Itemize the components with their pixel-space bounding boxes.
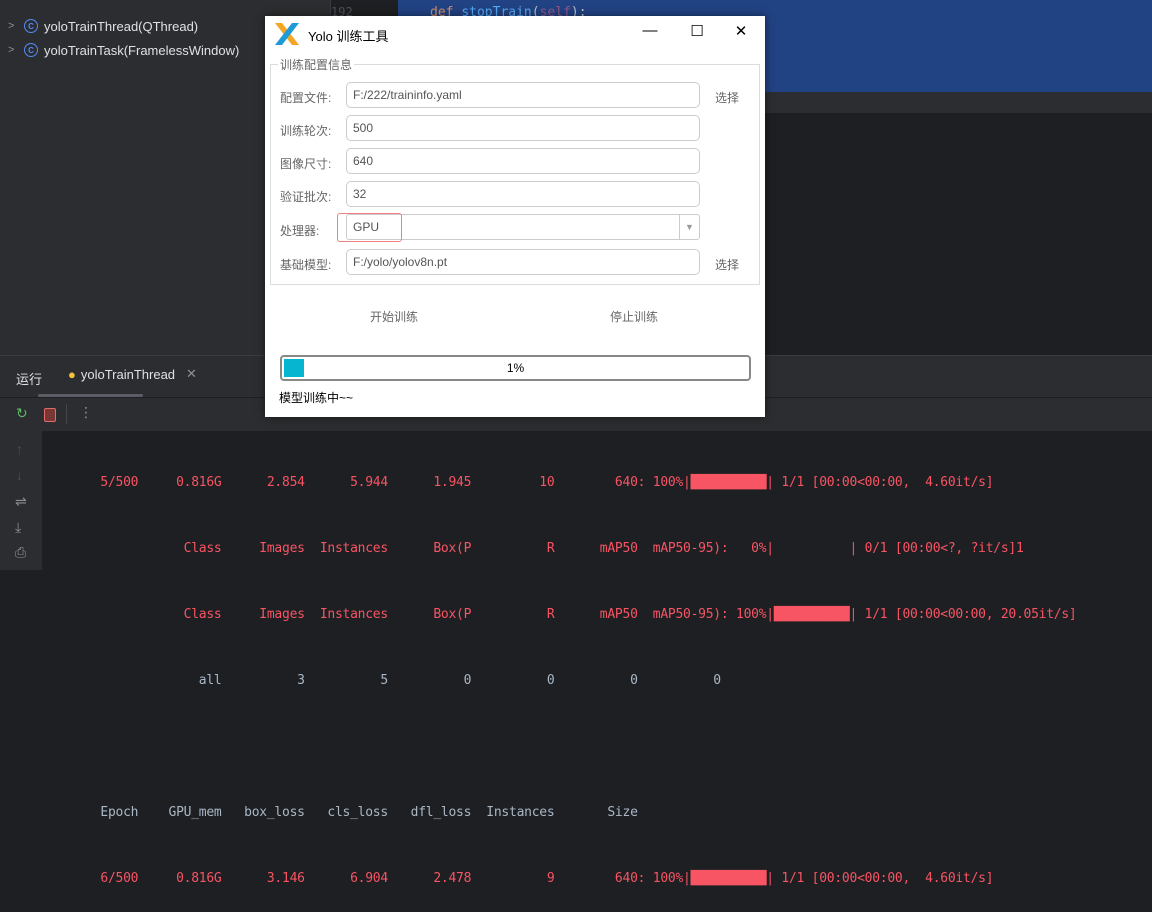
console-line: Class Images Instances Box(P R mAP50 mAP… — [55, 607, 1077, 622]
epochs-input[interactable]: 500 — [346, 115, 700, 141]
close-icon[interactable]: ✕ — [186, 366, 197, 382]
batch-label: 验证批次: — [280, 190, 332, 204]
print-icon[interactable]: ⎙ — [15, 544, 26, 561]
minimize-button[interactable]: — — [635, 22, 665, 44]
stop-train-button[interactable]: 停止训练 — [610, 308, 658, 325]
tree-item-yolotraintask[interactable]: > C yoloTrainTask(FramelessWindow) — [8, 40, 239, 60]
divider — [66, 404, 67, 424]
device-select[interactable]: GPU ▼ — [337, 213, 700, 242]
image-size-label: 图像尺寸: — [280, 157, 332, 171]
console-line: 6/500 0.816G 3.146 6.904 2.478 9 640: 10… — [55, 871, 994, 886]
image-size-input[interactable]: 640 — [346, 148, 700, 174]
config-file-input[interactable]: F:/222/traininfo.yaml — [346, 82, 700, 108]
train-progress-bar: 1% — [280, 355, 751, 381]
soft-wrap-icon[interactable]: ⇌ — [15, 493, 27, 510]
status-text: 模型训练中~~ — [279, 391, 354, 405]
tree-item-label: yoloTrainTask(FramelessWindow) — [44, 42, 240, 58]
tab-run-config[interactable]: ● yoloTrainThread ✕ — [68, 366, 197, 382]
rerun-icon[interactable]: ↻ — [16, 405, 28, 422]
app-logo-icon — [275, 23, 299, 45]
base-model-select-button[interactable]: 选择 — [715, 256, 739, 273]
focus-highlight — [337, 213, 402, 242]
tree-item-yolotrainthread[interactable]: > C yoloTrainThread(QThread) — [8, 16, 198, 36]
class-icon: C — [24, 43, 38, 57]
yolo-train-dialog: Yolo 训练工具 — ☐ ✕ 训练配置信息 配置文件: F:/222/trai… — [265, 16, 765, 417]
run-panel-title: 运行 — [16, 372, 43, 387]
tab-label: yoloTrainThread — [80, 366, 176, 382]
more-icon[interactable]: ⋮ — [79, 404, 93, 421]
chevron-right-icon[interactable]: > — [8, 20, 18, 32]
device-label: 处理器: — [280, 224, 320, 238]
config-file-select-button[interactable]: 选择 — [715, 89, 739, 106]
start-train-button[interactable]: 开始训练 — [370, 308, 418, 325]
scroll-to-end-icon[interactable]: ⤓ — [15, 519, 21, 536]
python-icon: ● — [68, 366, 76, 382]
epochs-label: 训练轮次: — [280, 124, 332, 138]
chevron-right-icon[interactable]: > — [8, 44, 18, 56]
console-line: Class Images Instances Box(P R mAP50 mAP… — [55, 541, 1024, 556]
close-button[interactable]: ✕ — [726, 22, 756, 44]
console-side-toolbar: ↑ ↓ ⇌ ⤓ ⎙ — [0, 431, 42, 570]
class-icon: C — [24, 19, 38, 33]
config-file-label: 配置文件: — [280, 91, 332, 105]
progress-text: 1% — [506, 361, 525, 375]
console-line: Epoch GPU_mem box_loss cls_loss dfl_loss… — [55, 805, 638, 820]
stop-icon[interactable] — [44, 408, 56, 422]
group-title: 训练配置信息 — [278, 56, 355, 73]
arrow-up-icon[interactable]: ↑ — [16, 441, 23, 457]
chevron-down-icon[interactable]: ▼ — [679, 215, 699, 239]
console-line: 5/500 0.816G 2.854 5.944 1.945 10 640: 1… — [55, 475, 994, 490]
batch-input[interactable]: 32 — [346, 181, 700, 207]
window-title: Yolo 训练工具 — [308, 29, 389, 44]
maximize-button[interactable]: ☐ — [682, 22, 712, 44]
console-line: all 3 5 0 0 0 0 — [55, 673, 721, 688]
console-output[interactable]: 5/500 0.816G 2.854 5.944 1.945 10 640: 1… — [55, 428, 1077, 912]
base-model-input[interactable]: F:/yolo/yolov8n.pt — [346, 249, 700, 275]
base-model-label: 基础模型: — [280, 258, 332, 272]
tree-item-label: yoloTrainThread(QThread) — [44, 18, 199, 34]
arrow-down-icon[interactable]: ↓ — [16, 467, 23, 483]
